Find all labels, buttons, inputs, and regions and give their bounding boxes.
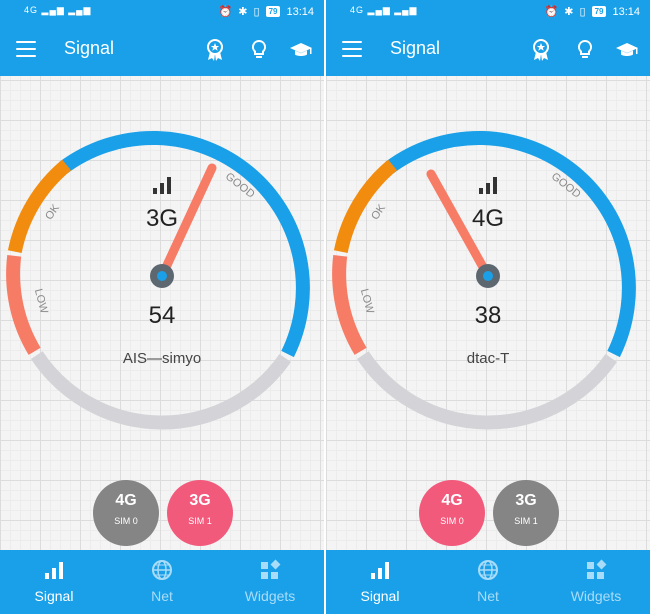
nav-item-widgets[interactable]: Widgets — [542, 550, 650, 614]
signal-bars-icon — [479, 177, 497, 194]
menu-icon[interactable] — [342, 41, 362, 57]
signal-level: 54 — [148, 302, 176, 329]
sim-1-label: SIM 1 — [514, 516, 538, 526]
sim-1-button[interactable]: 3G SIM 1 — [493, 480, 559, 546]
sim-1-button[interactable]: 3G SIM 1 — [167, 480, 233, 546]
status-right: ⏰ ✱ ▯ 79 13:14 — [544, 5, 640, 19]
signal-bars-icon — [153, 177, 171, 194]
nav-item-signal[interactable]: Signal — [0, 550, 108, 614]
nav-label-widgets: Widgets — [244, 588, 296, 604]
graduation-cap-icon[interactable] — [614, 37, 640, 63]
signal-bars-icon — [371, 562, 389, 579]
sim-1-label: SIM 1 — [188, 516, 212, 526]
nav-item-net[interactable]: Net — [434, 550, 542, 614]
app-bar: Signal — [326, 24, 650, 76]
needle-hub-center — [483, 271, 493, 281]
battery-indicator: 79 — [591, 6, 607, 17]
nav-label-signal: Signal — [34, 588, 74, 604]
sim-1-type: 3G — [515, 492, 537, 509]
sim-0-button[interactable]: 4G SIM 0 — [93, 480, 159, 546]
app-title: Signal — [390, 38, 441, 58]
graduation-cap-icon[interactable] — [288, 37, 314, 63]
bluetooth-icon: ✱ — [238, 6, 248, 18]
vibrate-icon: ▯ — [579, 6, 586, 18]
nav-label-signal: Signal — [360, 588, 400, 604]
network-type: 4G — [471, 205, 504, 232]
nav-label-net: Net — [477, 588, 499, 604]
sim-0-label: SIM 0 — [440, 516, 464, 526]
app-title: Signal — [64, 38, 115, 58]
sim-1-type: 3G — [189, 492, 211, 509]
signal-gauge: GOOD OK LOW — [6, 131, 310, 430]
status-bar: 4G ▂▄▆ ▂▄▆ ⏰ ✱ ▯ 79 13:14 — [0, 0, 324, 24]
bottom-navigation: Signal Net Widgets — [326, 550, 650, 614]
award-icon[interactable] — [528, 37, 554, 63]
app-bar: Signal — [0, 24, 324, 76]
network-type: 3G — [145, 205, 178, 232]
menu-icon[interactable] — [16, 41, 36, 57]
nav-label-net: Net — [151, 588, 173, 604]
network-indicator: 4G ▂▄▆ ▂▄▆ — [350, 5, 418, 15]
signal-gauge: GOOD OK LOW — [332, 131, 636, 430]
lightbulb-icon[interactable] — [572, 37, 598, 63]
clock: 13:14 — [286, 5, 314, 18]
phone-screen-left: 4G ▂▄▆ ▂▄▆ ⏰ ✱ ▯ 79 13:14 Signal GOOD OK… — [0, 0, 324, 614]
vibrate-icon: ▯ — [253, 6, 260, 18]
sim-0-type: 4G — [115, 492, 137, 509]
needle-hub-center — [157, 271, 167, 281]
widgets-icon — [587, 559, 607, 579]
alarm-icon: ⏰ — [218, 6, 233, 18]
widgets-icon — [261, 559, 281, 579]
carrier-name: dtac-T — [466, 350, 510, 367]
nav-item-net[interactable]: Net — [108, 550, 216, 614]
signal-level: 38 — [474, 302, 502, 329]
status-right: ⏰ ✱ ▯ 79 13:14 — [218, 5, 314, 19]
signal-bars-icon — [45, 562, 63, 579]
globe-icon — [152, 560, 172, 580]
clock: 13:14 — [612, 5, 640, 18]
bottom-navigation: Signal Net Widgets — [0, 550, 324, 614]
globe-icon — [478, 560, 498, 580]
nav-item-widgets[interactable]: Widgets — [216, 550, 324, 614]
bluetooth-icon: ✱ — [564, 6, 574, 18]
lightbulb-icon[interactable] — [246, 37, 272, 63]
phone-screen-right: 4G ▂▄▆ ▂▄▆ ⏰ ✱ ▯ 79 13:14 Signal GOOD OK… — [326, 0, 650, 614]
carrier-name: AIS—simyo — [122, 350, 202, 367]
nav-label-widgets: Widgets — [570, 588, 622, 604]
alarm-icon: ⏰ — [544, 6, 559, 18]
award-icon[interactable] — [202, 37, 228, 63]
sim-0-type: 4G — [441, 492, 463, 509]
sim-0-button[interactable]: 4G SIM 0 — [419, 480, 485, 546]
network-indicator: 4G ▂▄▆ ▂▄▆ — [24, 5, 92, 15]
status-bar: 4G ▂▄▆ ▂▄▆ ⏰ ✱ ▯ 79 13:14 — [326, 0, 650, 24]
screens-container: 4G ▂▄▆ ▂▄▆ ⏰ ✱ ▯ 79 13:14 Signal GOOD OK… — [0, 0, 650, 614]
nav-item-signal[interactable]: Signal — [326, 550, 434, 614]
sim-0-label: SIM 0 — [114, 516, 138, 526]
battery-indicator: 79 — [265, 6, 281, 17]
